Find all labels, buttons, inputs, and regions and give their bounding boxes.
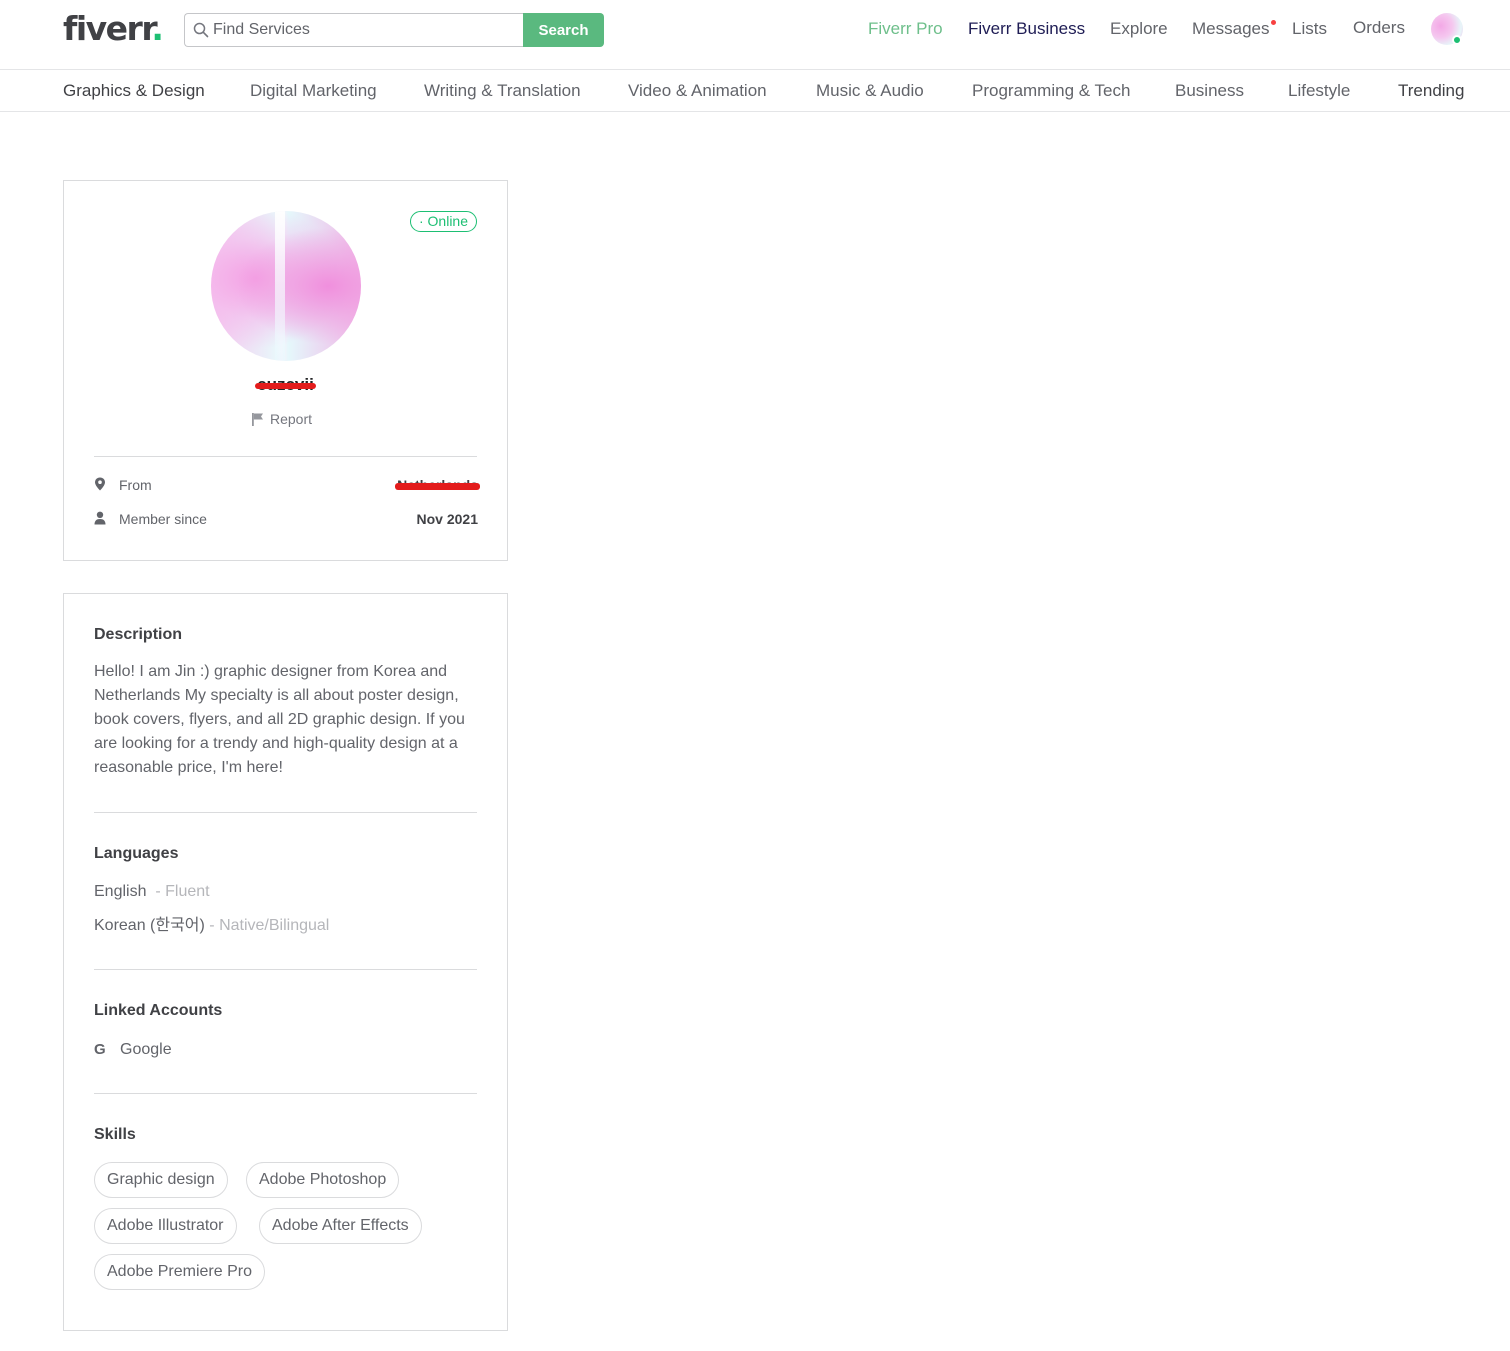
nav-messages[interactable]: Messages	[1192, 18, 1269, 40]
online-status-badge: · Online	[410, 211, 477, 232]
category-music-audio[interactable]: Music & Audio	[816, 81, 924, 101]
member-since-row: Member since Nov 2021	[94, 509, 478, 529]
from-value: Netherlands	[395, 477, 480, 493]
category-writing-translation[interactable]: Writing & Translation	[424, 81, 581, 101]
from-label: From	[119, 477, 152, 493]
profile-card: · Online cuzcvii Report From Netherlands…	[63, 180, 508, 561]
language-name: Korean (한국어)	[94, 917, 205, 934]
search-box[interactable]	[184, 13, 524, 47]
search-icon	[193, 22, 209, 38]
user-icon	[94, 511, 106, 525]
category-lifestyle[interactable]: Lifestyle	[1288, 81, 1350, 101]
skill-tag[interactable]: Graphic design	[94, 1162, 228, 1198]
nav-lists[interactable]: Lists	[1292, 18, 1327, 40]
category-digital-marketing[interactable]: Digital Marketing	[250, 81, 377, 101]
fiverr-logo[interactable]: fiverr.	[63, 11, 164, 47]
nav-orders[interactable]: Orders	[1353, 17, 1405, 39]
divider	[94, 969, 477, 970]
category-graphics-design[interactable]: Graphics & Design	[63, 81, 205, 101]
description-title: Description	[94, 626, 183, 643]
report-label: Report	[270, 411, 313, 427]
language-name: English	[94, 883, 147, 900]
location-pin-icon	[95, 477, 105, 491]
languages-title: Languages	[94, 845, 179, 862]
language-item: English - Fluent	[94, 882, 210, 902]
search-bar: Search	[184, 13, 604, 47]
member-since-value: Nov 2021	[416, 511, 478, 527]
category-video-animation[interactable]: Video & Animation	[628, 81, 767, 101]
report-link[interactable]: Report	[252, 410, 312, 428]
linked-account-name: Google	[120, 1041, 172, 1058]
description-text: Hello! I am Jin :) graphic designer from…	[94, 663, 465, 776]
user-online-indicator	[1452, 35, 1462, 45]
skill-tag[interactable]: Adobe Illustrator	[94, 1208, 237, 1244]
language-item: Korean (한국어) - Native/Bilingual	[94, 916, 329, 936]
nav-explore[interactable]: Explore	[1110, 18, 1168, 40]
skill-tag[interactable]: Adobe Premiere Pro	[94, 1254, 265, 1290]
info-card: Description Hello! I am Jin :) graphic d…	[63, 593, 508, 1331]
google-icon: G	[94, 1041, 106, 1058]
nav-fiverr-business[interactable]: Fiverr Business	[968, 18, 1085, 40]
category-menu: Graphics & Design Digital Marketing Writ…	[0, 71, 1510, 112]
skill-tag[interactable]: Adobe Photoshop	[246, 1162, 400, 1198]
from-row: From Netherlands	[94, 475, 480, 495]
linked-accounts-title: Linked Accounts	[94, 1002, 223, 1019]
language-separator: -	[204, 917, 220, 934]
member-since-label: Member since	[119, 511, 207, 527]
username[interactable]: cuzcvii	[64, 375, 507, 395]
linked-account-google: G Google	[94, 1040, 172, 1060]
category-trending[interactable]: Trending	[1398, 81, 1464, 101]
profile-avatar	[211, 211, 361, 361]
language-level: Fluent	[165, 883, 210, 900]
language-separator: -	[150, 883, 166, 900]
divider	[94, 1093, 477, 1094]
skill-tag[interactable]: Adobe After Effects	[259, 1208, 422, 1244]
category-business[interactable]: Business	[1175, 81, 1244, 101]
search-button[interactable]: Search	[523, 13, 604, 47]
skills-title: Skills	[94, 1126, 136, 1143]
category-programming-tech[interactable]: Programming & Tech	[972, 81, 1130, 101]
language-level: Native/Bilingual	[219, 917, 330, 934]
flag-icon	[252, 413, 263, 426]
nav-fiverr-pro[interactable]: Fiverr Pro	[868, 18, 943, 40]
search-input[interactable]	[213, 14, 518, 46]
divider	[94, 812, 477, 813]
divider	[94, 456, 477, 457]
top-header: fiverr. Search Fiverr Pro Fiverr Busines…	[0, 0, 1510, 70]
redacted-username: cuzcvii	[255, 375, 316, 394]
notification-dot	[1271, 20, 1276, 25]
